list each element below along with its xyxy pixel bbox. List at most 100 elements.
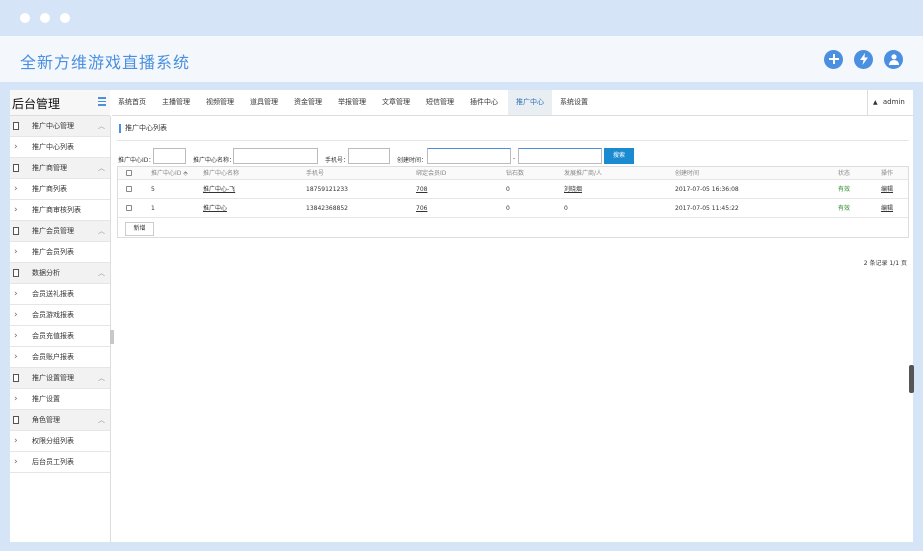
nav-item[interactable]: 主播管理 bbox=[156, 90, 196, 115]
chevron-right-icon: › bbox=[14, 436, 18, 446]
chevron-up-icon: ︿ bbox=[98, 227, 105, 235]
cell-diamonds: 0 bbox=[506, 186, 510, 193]
cell-member-link[interactable]: 706 bbox=[416, 199, 427, 218]
nav-item[interactable]: 文章管理 bbox=[376, 90, 416, 115]
window-dot[interactable] bbox=[20, 13, 30, 23]
sidebar-group[interactable]: 推广会员管理 ︿ bbox=[10, 221, 110, 242]
sidebar-item[interactable]: › 会员充值报表 bbox=[10, 326, 110, 347]
cell-id: 5 bbox=[151, 186, 155, 193]
sidebar-item-label: 会员充值报表 bbox=[32, 332, 74, 340]
cell-created: 2017-07-05 16:36:08 bbox=[675, 186, 739, 193]
chevron-right-icon: › bbox=[14, 352, 18, 362]
cell-agents: 0 bbox=[564, 205, 568, 212]
document-icon bbox=[13, 122, 19, 130]
chevron-right-icon: › bbox=[14, 205, 18, 215]
sidebar-item-label: 会员游戏报表 bbox=[32, 311, 74, 319]
caret-up-icon: ▲ bbox=[873, 99, 878, 106]
sidebar-item-label: 会员账户报表 bbox=[32, 353, 74, 361]
sidebar-item-label: 推广商审核列表 bbox=[32, 206, 81, 214]
cell-name-link[interactable]: 推广中心-飞 bbox=[203, 180, 235, 199]
row-checkbox[interactable] bbox=[126, 205, 132, 211]
divider bbox=[117, 140, 909, 141]
sidebar-item[interactable]: › 推广会员列表 bbox=[10, 242, 110, 263]
add-button[interactable]: 新增 bbox=[125, 222, 154, 236]
window-dot[interactable] bbox=[60, 13, 70, 23]
sidebar-item-label: 权限分组列表 bbox=[32, 437, 74, 445]
sort-icon: ⬘ bbox=[181, 170, 188, 177]
sidebar-item[interactable]: › 会员送礼报表 bbox=[10, 284, 110, 305]
user-icon[interactable] bbox=[884, 50, 903, 69]
cell-member-link[interactable]: 708 bbox=[416, 180, 427, 199]
window-dot[interactable] bbox=[40, 13, 50, 23]
chevron-right-icon: › bbox=[14, 247, 18, 257]
date-start-input[interactable] bbox=[427, 148, 511, 164]
nav-item-active[interactable]: 推广中心 bbox=[508, 90, 552, 115]
sidebar-group[interactable]: 推广设置管理 ︿ bbox=[10, 368, 110, 389]
nav-item[interactable]: 资金管理 bbox=[288, 90, 328, 115]
sidebar-group[interactable]: 推广商管理 ︿ bbox=[10, 158, 110, 179]
table-footer: 新增 bbox=[118, 218, 908, 237]
main-shell: 后台管理 系统首页 主播管理 视频管理 道具管理 资金管理 举报管理 文章管理 … bbox=[10, 90, 913, 542]
data-table: 推广中心ID ⬘ 推广中心名称 手机号 绑定会员ID 钻石数 发展推广商/人 创… bbox=[117, 166, 909, 238]
cell-agents-link[interactable]: 刘晓烟 bbox=[564, 180, 582, 199]
select-all-checkbox[interactable] bbox=[126, 170, 132, 176]
sidebar-group-label: 推广会员管理 bbox=[32, 227, 74, 235]
search-button[interactable]: 搜索 bbox=[604, 148, 634, 164]
nav-item[interactable]: 视频管理 bbox=[200, 90, 240, 115]
column-header: 创建时间 bbox=[675, 170, 700, 177]
content-area: 推广中心列表 推广中心ID： 推广中心名称： 手机号： 创建时间： - 搜索 推… bbox=[117, 120, 909, 540]
pagination-info: 2 条记录 1/1 页 bbox=[863, 260, 907, 267]
sidebar-group[interactable]: 角色管理 ︿ bbox=[10, 410, 110, 431]
edit-link[interactable]: 编辑 bbox=[881, 180, 893, 199]
sidebar-item[interactable]: › 会员账户报表 bbox=[10, 347, 110, 368]
lightning-icon[interactable] bbox=[854, 50, 873, 69]
date-end-input[interactable] bbox=[518, 148, 602, 164]
nav-item[interactable]: 系统首页 bbox=[112, 90, 152, 115]
column-header: 状态 bbox=[838, 170, 851, 177]
nav-item[interactable]: 短信管理 bbox=[420, 90, 460, 115]
sidebar-group-label: 推广设置管理 bbox=[32, 374, 74, 382]
nav-item[interactable]: 系统设置 bbox=[554, 90, 594, 115]
sidebar: 推广中心管理 ︿ › 推广中心列表 推广商管理 ︿ › 推广商列表 › 推广商审… bbox=[10, 116, 111, 542]
filter-label: 推广中心名称： bbox=[193, 157, 236, 164]
plus-icon[interactable] bbox=[824, 50, 843, 69]
sidebar-item-label: 后台员工列表 bbox=[32, 458, 74, 466]
nav-item[interactable]: 举报管理 bbox=[332, 90, 372, 115]
side-tab-handle[interactable] bbox=[909, 365, 914, 393]
cell-phone: 18759121233 bbox=[306, 186, 348, 193]
sidebar-group[interactable]: 数据分析 ︿ bbox=[10, 263, 110, 284]
sidebar-item[interactable]: › 推广设置 bbox=[10, 389, 110, 410]
table-header: 推广中心ID ⬘ 推广中心名称 手机号 绑定会员ID 钻石数 发展推广商/人 创… bbox=[118, 167, 908, 180]
menu-toggle-icon[interactable] bbox=[98, 97, 106, 108]
edit-link[interactable]: 编辑 bbox=[881, 199, 893, 218]
phone-input[interactable] bbox=[348, 148, 390, 164]
chevron-up-icon: ︿ bbox=[98, 374, 105, 382]
column-header[interactable]: 推广中心ID ⬘ bbox=[151, 167, 188, 180]
name-input[interactable] bbox=[233, 148, 318, 164]
sidebar-item[interactable]: › 推广商列表 bbox=[10, 179, 110, 200]
table-row: 5 推广中心-飞 18759121233 708 0 刘晓烟 2017-07-0… bbox=[118, 180, 908, 199]
chevron-right-icon: › bbox=[14, 289, 18, 299]
sidebar-item[interactable]: › 推广商审核列表 bbox=[10, 200, 110, 221]
sidebar-item[interactable]: › 后台员工列表 bbox=[10, 452, 110, 473]
nav-item[interactable]: 插件中心 bbox=[464, 90, 504, 115]
nav-item[interactable]: 道具管理 bbox=[244, 90, 284, 115]
status-badge: 有效 bbox=[838, 186, 851, 193]
sidebar-item[interactable]: › 权限分组列表 bbox=[10, 431, 110, 452]
sidebar-collapse-handle[interactable] bbox=[110, 330, 114, 344]
sidebar-group[interactable]: 推广中心管理 ︿ bbox=[10, 116, 110, 137]
sidebar-item-label: 会员送礼报表 bbox=[32, 290, 74, 298]
breadcrumb: 推广中心列表 bbox=[119, 124, 167, 133]
chevron-right-icon: › bbox=[14, 457, 18, 467]
document-icon bbox=[13, 416, 19, 424]
sidebar-item[interactable]: › 会员游戏报表 bbox=[10, 305, 110, 326]
row-checkbox[interactable] bbox=[126, 186, 132, 192]
filter-label: 创建时间： bbox=[397, 157, 428, 164]
user-menu[interactable]: ▲ admin bbox=[867, 90, 913, 115]
cell-phone: 13842368852 bbox=[306, 205, 348, 212]
column-header: 推广中心名称 bbox=[203, 170, 240, 177]
sidebar-item[interactable]: › 推广中心列表 bbox=[10, 137, 110, 158]
id-input[interactable] bbox=[153, 148, 186, 164]
chevron-right-icon: › bbox=[14, 331, 18, 341]
cell-name-link[interactable]: 推广中心 bbox=[203, 199, 227, 218]
